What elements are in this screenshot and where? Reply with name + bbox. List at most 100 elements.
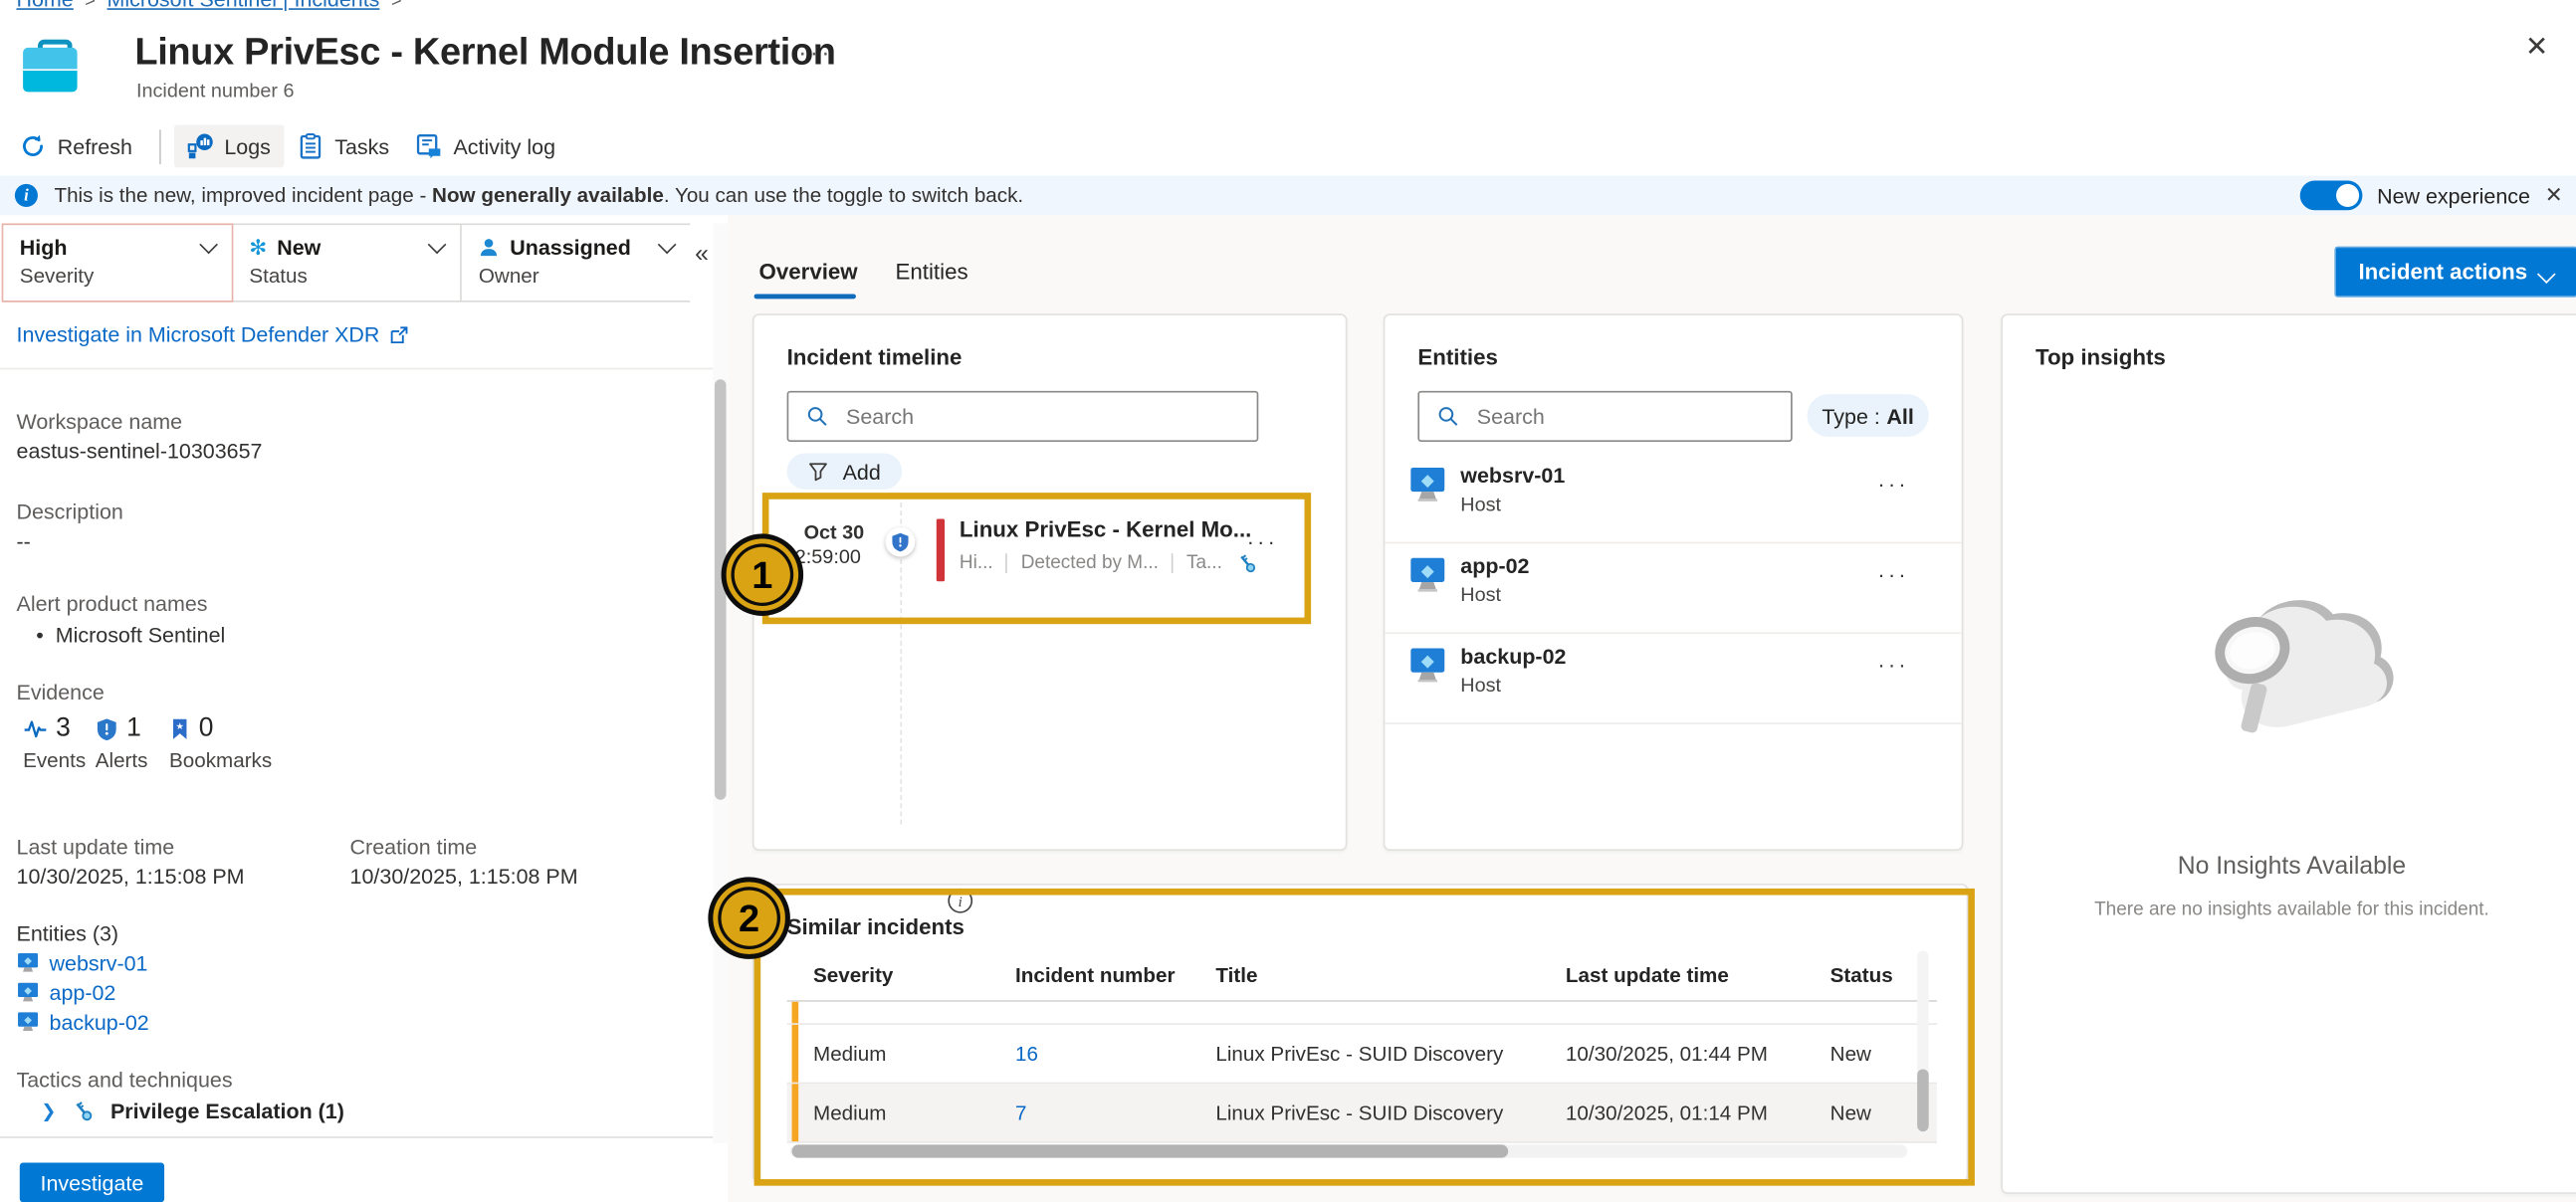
scrollbar-thumb[interactable] bbox=[1917, 1069, 1929, 1131]
filter-row: High Severity ✻New Status Unassigned Own… bbox=[3, 223, 690, 301]
type-filter-pill[interactable]: Type : All bbox=[1808, 394, 1929, 437]
activity-log-button[interactable]: Activity log bbox=[402, 124, 568, 167]
entity-more-button[interactable]: ··· bbox=[1878, 472, 1909, 497]
owner-value: Unassigned bbox=[510, 235, 631, 260]
host-icon: ◆ bbox=[17, 952, 40, 973]
entity-more-button[interactable]: ··· bbox=[1878, 561, 1909, 586]
entity-more-button[interactable]: ··· bbox=[1878, 652, 1909, 677]
entities-search-input[interactable] bbox=[1474, 402, 1741, 430]
severity-medium-bar bbox=[792, 1002, 799, 1023]
workspace-value: eastus-sentinel-10303657 bbox=[17, 439, 263, 464]
breadcrumb-sentinel-link[interactable]: Microsoft Sentinel | Incidents bbox=[107, 0, 379, 12]
defender-xdr-link[interactable]: Investigate in Microsoft Defender XDR bbox=[17, 321, 410, 346]
host-icon: ◆ bbox=[17, 982, 40, 1003]
title-more-button[interactable]: ··· bbox=[798, 40, 833, 68]
tasks-button[interactable]: Tasks bbox=[284, 124, 402, 167]
entity-row-app-02[interactable]: ◆ app-02 Host ··· bbox=[1385, 542, 1961, 634]
tactic-row[interactable]: ❯ Privilege Escalation (1) bbox=[41, 1099, 344, 1123]
similar-incidents-card: Similar incidents i Severity Incident nu… bbox=[752, 884, 1968, 1182]
incident-number-link[interactable]: 16 bbox=[1015, 1042, 1215, 1065]
cell-title: Linux PrivEsc - SUID Discovery bbox=[1215, 1042, 1566, 1065]
evidence-events: 3 Events bbox=[23, 714, 86, 772]
severity-dropdown[interactable]: High Severity bbox=[2, 223, 233, 301]
badge-detected-by: Detected by M... bbox=[1021, 553, 1159, 573]
entity-link-app-02[interactable]: ◆ app-02 bbox=[17, 980, 116, 1005]
last-update-value: 10/30/2025, 1:15:08 PM bbox=[17, 864, 245, 889]
refresh-button[interactable]: Refresh bbox=[7, 124, 146, 167]
entity-row-websrv-01[interactable]: ◆ websrv-01 Host ··· bbox=[1385, 452, 1961, 543]
table-row[interactable]: Medium 7 Linux PrivEsc - SUID Discovery … bbox=[787, 1084, 1937, 1142]
search-icon bbox=[806, 406, 827, 427]
add-filter-button[interactable]: Add bbox=[787, 454, 903, 490]
severity-medium-bar bbox=[792, 1025, 799, 1083]
host-icon: ◆ bbox=[1407, 557, 1447, 593]
no-insights-title: No Insights Available bbox=[2003, 853, 2576, 881]
tab-overview[interactable]: Overview bbox=[759, 260, 858, 285]
entities-search[interactable] bbox=[1417, 391, 1792, 442]
new-experience-toggle[interactable] bbox=[2300, 181, 2363, 211]
timeline-search-input[interactable] bbox=[843, 402, 1178, 430]
insights-title: Top insights bbox=[2036, 345, 2166, 370]
investigate-button[interactable]: Investigate bbox=[20, 1163, 164, 1202]
owner-dropdown[interactable]: Unassigned Owner bbox=[462, 225, 690, 300]
entity-name: backup-02 bbox=[1460, 644, 1566, 669]
svg-text:◆: ◆ bbox=[1421, 561, 1434, 580]
timeline-entry-more-button[interactable]: ··· bbox=[1247, 528, 1278, 553]
entity-type: Host bbox=[1460, 493, 1501, 515]
severity-value: High bbox=[20, 235, 68, 260]
incident-timeline-card: Incident timeline Add Oct 30 12:59:00 Li… bbox=[752, 313, 1347, 851]
severity-medium-bar bbox=[792, 1084, 799, 1141]
table-row[interactable]: Medium 16 Linux PrivEsc - SUID Discovery… bbox=[787, 1025, 1937, 1084]
logs-label: Logs bbox=[224, 134, 271, 159]
incident-page: Home>Microsoft Sentinel | Incidents> Lin… bbox=[0, 0, 2576, 1202]
person-icon bbox=[479, 237, 500, 258]
close-page-icon[interactable]: ✕ bbox=[2525, 31, 2549, 64]
chevron-down-icon bbox=[199, 236, 218, 255]
chevron-down-icon bbox=[658, 236, 677, 255]
host-icon: ◆ bbox=[1407, 467, 1447, 502]
no-insights-text: There are no insights available for this… bbox=[2003, 900, 2576, 919]
tactic-name: Privilege Escalation (1) bbox=[110, 1099, 344, 1123]
expand-chevron-icon[interactable]: ❯ bbox=[41, 1101, 56, 1121]
timeline-search[interactable] bbox=[787, 391, 1259, 442]
severity-high-bar bbox=[937, 519, 945, 582]
refresh-label: Refresh bbox=[58, 134, 132, 159]
column-last-update: Last update time bbox=[1540, 964, 1805, 987]
table-horizontal-scrollbar[interactable] bbox=[790, 1144, 1907, 1157]
active-tab-underline bbox=[754, 294, 856, 299]
timeline-alert-badges: Hi... Detected by M... Ta... bbox=[960, 552, 1258, 575]
activity-log-icon bbox=[416, 133, 442, 159]
timeline-alert-title[interactable]: Linux PrivEsc - Kernel Mo... bbox=[960, 517, 1251, 542]
type-filter-value: All bbox=[1886, 403, 1913, 428]
incident-actions-button[interactable]: Incident actions bbox=[2334, 247, 2576, 298]
tasks-icon bbox=[297, 133, 322, 159]
table-vertical-scrollbar[interactable] bbox=[1917, 951, 1929, 1135]
logs-button[interactable]: Logs bbox=[173, 124, 284, 167]
info-circle-icon[interactable]: i bbox=[948, 889, 972, 913]
collapse-panel-icon[interactable]: « bbox=[695, 240, 709, 268]
alerts-shield-icon bbox=[96, 717, 118, 740]
entity-link-backup-02[interactable]: ◆ backup-02 bbox=[17, 1010, 149, 1035]
evidence-bookmarks: ★ 0 Bookmarks bbox=[169, 714, 272, 772]
entity-link-websrv-01[interactable]: ◆ websrv-01 bbox=[17, 951, 148, 976]
breadcrumb-home-link[interactable]: Home bbox=[17, 0, 74, 12]
incident-number-link[interactable]: 7 bbox=[1015, 1102, 1215, 1124]
tab-entities[interactable]: Entities bbox=[896, 260, 968, 285]
incident-icon bbox=[23, 40, 77, 94]
incident-actions-label: Incident actions bbox=[2358, 260, 2527, 285]
creation-time-value: 10/30/2025, 1:15:08 PM bbox=[350, 864, 578, 889]
annotation-circle-2: 2 bbox=[708, 877, 790, 959]
scrollbar-thumb[interactable] bbox=[792, 1144, 1509, 1157]
banner-text: This is the new, improved incident page … bbox=[54, 184, 1023, 207]
entity-row-backup-02[interactable]: ◆ backup-02 Host ··· bbox=[1385, 632, 1961, 723]
new-experience-banner: i This is the new, improved incident pag… bbox=[0, 176, 2576, 216]
chevron-down-icon bbox=[428, 236, 447, 255]
table-header-row: Severity Incident number Title Last upda… bbox=[787, 951, 1937, 1002]
status-dropdown[interactable]: ✻New Status bbox=[233, 225, 463, 300]
banner-close-icon[interactable]: ✕ bbox=[2545, 182, 2563, 208]
breadcrumb: Home>Microsoft Sentinel | Incidents> bbox=[0, 0, 1478, 18]
left-panel-scrollbar[interactable] bbox=[713, 223, 728, 1142]
info-icon: i bbox=[15, 184, 38, 207]
events-pulse-icon bbox=[23, 717, 48, 740]
workspace-label: Workspace name bbox=[17, 409, 183, 434]
